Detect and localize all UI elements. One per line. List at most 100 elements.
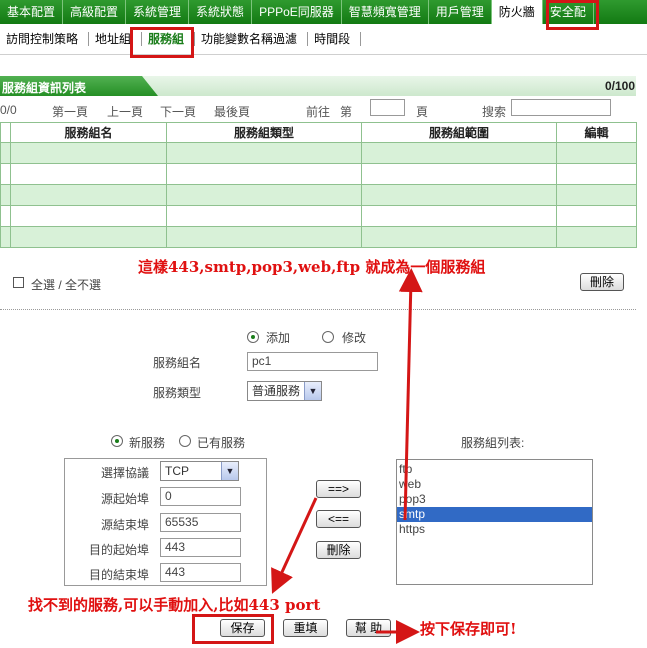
reset-button[interactable]: 重填 bbox=[283, 619, 328, 637]
select-all-label: 全選 / 全不選 bbox=[31, 278, 102, 292]
group-name-input[interactable]: pc1 bbox=[247, 352, 378, 371]
existing-service-radio[interactable] bbox=[179, 435, 191, 447]
table-cell bbox=[361, 205, 557, 227]
src-start-label: 源起始埠 bbox=[101, 492, 150, 506]
table-cell bbox=[0, 142, 11, 164]
goto-page-input[interactable] bbox=[370, 99, 405, 116]
sub-nav-item[interactable]: 地址組 bbox=[85, 32, 143, 46]
dst-start-label: 目的起始埠 bbox=[89, 543, 150, 557]
table-cell bbox=[0, 205, 11, 227]
table-cell bbox=[361, 184, 557, 206]
service-group-table: 服務組名 服務組類型 服務組範圍 編輯 bbox=[0, 122, 637, 248]
table-cell bbox=[0, 226, 11, 248]
divider bbox=[0, 309, 636, 310]
service-type-select[interactable]: 普通服務 ▼ bbox=[247, 381, 322, 401]
table-cell bbox=[361, 163, 557, 185]
table-cell bbox=[361, 226, 557, 248]
new-service-label: 新服務 bbox=[129, 436, 166, 450]
top-nav-item[interactable]: 安全配 bbox=[543, 0, 594, 24]
table-cell bbox=[10, 184, 167, 206]
dst-end-input[interactable]: 443 bbox=[160, 563, 241, 582]
top-nav: 基本配置 高級配置 系統管理 系統狀態 PPPoE同服器 智慧頻寬管理 用戶管理 防火牆 安全配 bbox=[0, 0, 647, 24]
table-cell bbox=[166, 184, 362, 206]
group-name-label: 服務組名 bbox=[153, 356, 202, 370]
top-nav-item[interactable]: 高級配置 bbox=[63, 0, 127, 24]
top-nav-item[interactable]: 用戶管理 bbox=[429, 0, 492, 24]
table-row bbox=[0, 142, 637, 164]
delete-button[interactable]: 刪除 bbox=[580, 273, 624, 291]
col-check bbox=[0, 122, 11, 143]
service-type-value: 普通服務 bbox=[252, 384, 301, 398]
src-end-label: 源結束埠 bbox=[101, 518, 150, 532]
dst-start-input[interactable]: 443 bbox=[160, 538, 241, 557]
src-end-input[interactable]: 65535 bbox=[160, 513, 241, 532]
table-cell bbox=[556, 142, 637, 164]
pager-total: 0/0 bbox=[0, 103, 17, 117]
select-all-checkbox[interactable] bbox=[13, 277, 24, 288]
top-nav-item[interactable]: 系統管理 bbox=[126, 0, 190, 24]
col-group-name: 服務組名 bbox=[10, 122, 167, 143]
sub-nav: 訪問控制策略 地址組 服務組 功能變數名稱過濾 時間段 bbox=[0, 24, 647, 55]
table-row bbox=[0, 163, 637, 185]
mode-edit-radio[interactable] bbox=[322, 331, 334, 343]
group-list-box[interactable]: ftp web pop3 smtp https bbox=[396, 459, 593, 585]
sub-nav-item[interactable]: 時間段 bbox=[304, 32, 362, 46]
protocol-label: 選擇協議 bbox=[101, 466, 150, 480]
sub-nav-item[interactable]: 訪問控制策略 bbox=[0, 32, 90, 46]
src-start-input[interactable]: 0 bbox=[160, 487, 241, 506]
add-to-group-button[interactable]: ==> bbox=[316, 480, 361, 498]
table-cell bbox=[556, 184, 637, 206]
col-group-type: 服務組類型 bbox=[166, 122, 362, 143]
table-cell bbox=[10, 205, 167, 227]
chevron-down-icon: ▼ bbox=[221, 462, 238, 480]
mode-edit-label: 修改 bbox=[342, 331, 367, 345]
protocol-value: TCP bbox=[165, 464, 189, 478]
top-nav-item[interactable]: 防火牆 bbox=[491, 0, 543, 24]
mode-add-radio[interactable] bbox=[247, 331, 259, 343]
save-button[interactable]: 保存 bbox=[220, 619, 265, 637]
table-cell bbox=[166, 205, 362, 227]
remove-service-button[interactable]: 刪除 bbox=[316, 541, 361, 559]
new-service-radio[interactable] bbox=[111, 435, 123, 447]
group-list-item[interactable]: https bbox=[397, 522, 592, 537]
search-input[interactable] bbox=[511, 99, 611, 116]
table-cell bbox=[166, 163, 362, 185]
table-cell bbox=[0, 184, 11, 206]
top-nav-item[interactable]: 系統狀態 bbox=[189, 0, 253, 24]
remove-from-group-button[interactable]: <== bbox=[316, 510, 361, 528]
next-page-link[interactable]: 下一頁 bbox=[160, 103, 196, 120]
save-annotation: 按下保存即可! bbox=[420, 620, 517, 638]
table-cell bbox=[556, 205, 637, 227]
protocol-select[interactable]: TCP ▼ bbox=[160, 461, 239, 481]
col-group-range: 服務組範圍 bbox=[361, 122, 557, 143]
group-list-item[interactable]: smtp bbox=[397, 507, 592, 522]
table-cell bbox=[166, 142, 362, 164]
table-cell bbox=[166, 226, 362, 248]
group-list-item[interactable]: web bbox=[397, 477, 592, 492]
table-cell bbox=[0, 163, 11, 185]
group-list-item[interactable]: pop3 bbox=[397, 492, 592, 507]
group-list-item[interactable]: ftp bbox=[397, 462, 592, 477]
group-annotation: 這樣443,smtp,pop3,web,ftp 就成為一個服務組 bbox=[138, 258, 486, 276]
table-cell bbox=[556, 226, 637, 248]
sub-nav-item[interactable]: 服務組 bbox=[138, 32, 196, 46]
table-row bbox=[0, 205, 637, 227]
col-edit: 編輯 bbox=[556, 122, 637, 143]
last-page-link[interactable]: 最後頁 bbox=[214, 103, 250, 120]
table-row bbox=[0, 226, 637, 248]
first-page-link[interactable]: 第一頁 bbox=[52, 103, 88, 120]
arrow-to-dst-ports bbox=[271, 497, 318, 594]
sub-nav-item[interactable]: 功能變數名稱過濾 bbox=[191, 32, 309, 46]
table-header-row: 服務組名 服務組類型 服務組範圍 編輯 bbox=[0, 122, 637, 143]
top-nav-item[interactable]: 基本配置 bbox=[0, 0, 64, 24]
table-cell bbox=[10, 226, 167, 248]
table-cell bbox=[361, 142, 557, 164]
top-nav-item[interactable]: 智慧頻寬管理 bbox=[342, 0, 429, 24]
mode-add-label: 添加 bbox=[266, 331, 291, 345]
dst-end-label: 目的結束埠 bbox=[89, 568, 150, 582]
prev-page-link[interactable]: 上一頁 bbox=[107, 103, 143, 120]
help-button[interactable]: 幫 助 bbox=[346, 619, 391, 637]
top-nav-item[interactable]: PPPoE同服器 bbox=[252, 0, 342, 24]
manual-annotation: 找不到的服務,可以手動加入,比如443 port bbox=[28, 596, 321, 614]
list-count: 0/100 bbox=[604, 79, 635, 93]
